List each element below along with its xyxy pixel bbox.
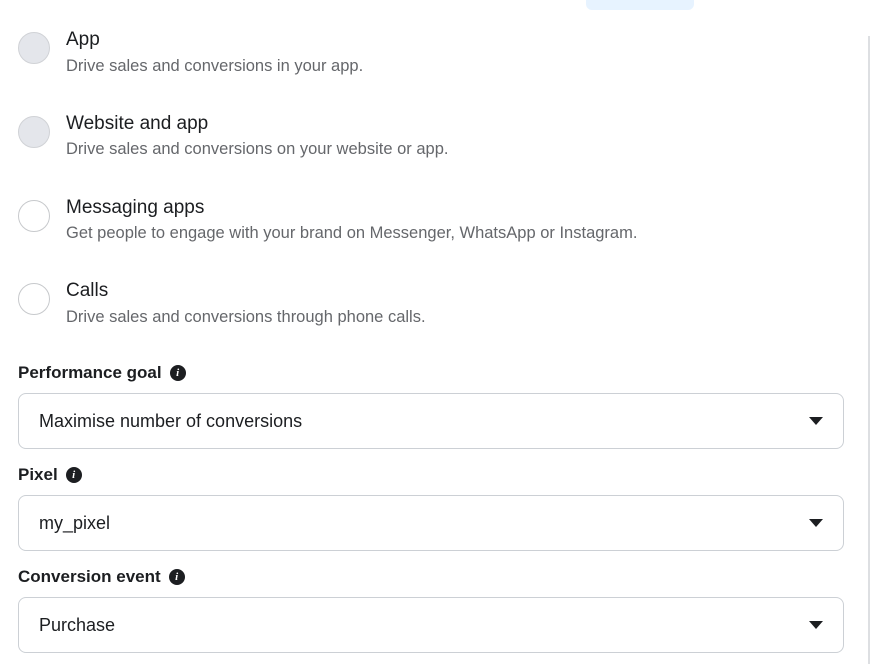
conversion-event-field: Conversion event i Purchase (18, 567, 844, 653)
pixel-select[interactable]: my_pixel (18, 495, 844, 551)
conversion-event-label: Conversion event i (18, 567, 844, 587)
label-text: Pixel (18, 465, 58, 485)
select-value: my_pixel (39, 513, 110, 534)
chevron-down-icon (809, 621, 823, 629)
info-icon[interactable]: i (170, 365, 186, 381)
radio-icon (18, 283, 50, 315)
radio-title: Messaging apps (66, 196, 844, 221)
select-value: Maximise number of conversions (39, 411, 302, 432)
conversion-location-messaging-apps[interactable]: Messaging apps Get people to engage with… (18, 196, 844, 246)
conversion-location-calls[interactable]: Calls Drive sales and conversions throug… (18, 279, 844, 329)
label-text: Performance goal (18, 363, 162, 383)
radio-icon (18, 200, 50, 232)
radio-title: Website and app (66, 112, 844, 137)
performance-goal-field: Performance goal i Maximise number of co… (18, 363, 844, 449)
select-value: Purchase (39, 615, 115, 636)
radio-text-block: Calls Drive sales and conversions throug… (66, 279, 844, 329)
radio-title: App (66, 28, 844, 53)
radio-text-block: Website and app Drive sales and conversi… (66, 112, 844, 162)
label-text: Conversion event (18, 567, 161, 587)
pixel-label: Pixel i (18, 465, 844, 485)
radio-text-block: App Drive sales and conversions in your … (66, 28, 844, 78)
top-highlight-pill (586, 0, 694, 10)
radio-desc: Get people to engage with your brand on … (66, 222, 844, 245)
info-icon[interactable]: i (66, 467, 82, 483)
conversion-event-select[interactable]: Purchase (18, 597, 844, 653)
radio-title: Calls (66, 279, 844, 304)
radio-desc: Drive sales and conversions through phon… (66, 306, 844, 329)
chevron-down-icon (809, 417, 823, 425)
conversion-location-website-and-app[interactable]: Website and app Drive sales and conversi… (18, 112, 844, 162)
radio-text-block: Messaging apps Get people to engage with… (66, 196, 844, 246)
pixel-field: Pixel i my_pixel (18, 465, 844, 551)
info-icon[interactable]: i (169, 569, 185, 585)
conversion-location-app[interactable]: App Drive sales and conversions in your … (18, 28, 844, 78)
radio-desc: Drive sales and conversions in your app. (66, 55, 844, 78)
form-content: App Drive sales and conversions in your … (0, 0, 862, 653)
radio-icon (18, 32, 50, 64)
chevron-down-icon (809, 519, 823, 527)
performance-goal-label: Performance goal i (18, 363, 844, 383)
radio-desc: Drive sales and conversions on your webs… (66, 138, 844, 161)
performance-goal-select[interactable]: Maximise number of conversions (18, 393, 844, 449)
radio-icon (18, 116, 50, 148)
